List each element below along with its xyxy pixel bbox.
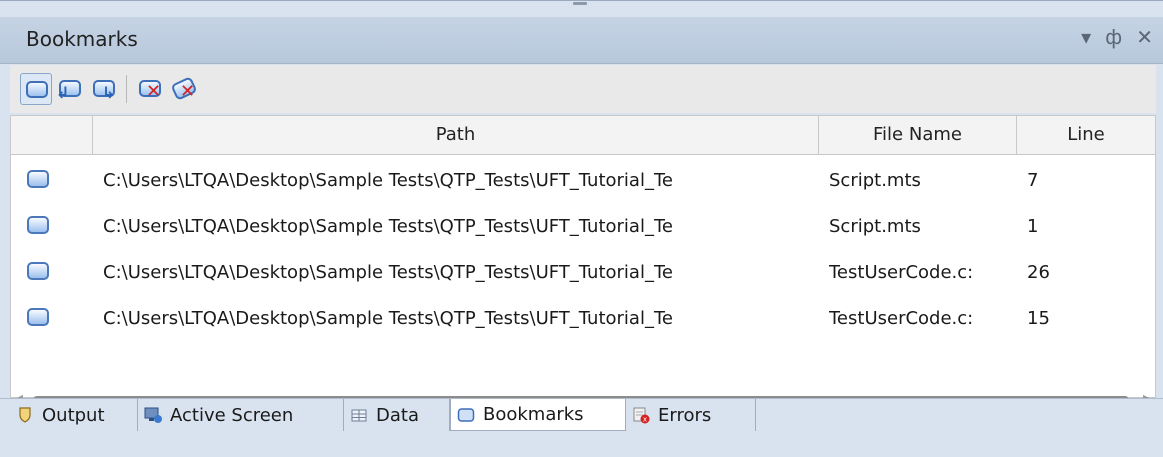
delete-all-bookmarks-button[interactable]: ✕ [168,73,200,105]
bookmarks-pane: Bookmarks ▾ ф ✕ ↲ ↳ ✕ ✕ Path File Name L… [0,0,1163,457]
bookmark-icon [457,406,475,424]
output-icon [16,406,34,424]
next-bookmark-button[interactable]: ↳ [88,73,120,105]
bookmark-icon [27,262,49,280]
pane-title-bar: Bookmarks ▾ ф ✕ [0,17,1163,64]
column-header-icon[interactable] [11,116,93,154]
pin-icon[interactable]: ф [1105,25,1122,49]
bookmark-icon [26,81,48,98]
path-cell: C:\Users\LTQA\Desktop\Sample Tests\QTP_T… [103,216,673,237]
column-header-path[interactable]: Path [93,116,819,154]
column-header-file-name[interactable]: File Name [819,116,1017,154]
table-row[interactable]: C:\Users\LTQA\Desktop\Sample Tests\QTP_T… [11,250,1155,296]
bookmark-icon [27,170,49,188]
file-name-cell: TestUserCode.c: [829,308,974,329]
line-cell: 1 [1027,216,1039,237]
tab-bookmarks[interactable]: Bookmarks [450,399,626,431]
bookmarks-grid: Path File Name Line C:\Users\LTQA\Deskto… [10,115,1156,404]
path-cell: C:\Users\LTQA\Desktop\Sample Tests\QTP_T… [103,262,673,283]
previous-bookmark-button[interactable]: ↲ [54,73,86,105]
table-row[interactable]: C:\Users\LTQA\Desktop\Sample Tests\QTP_T… [11,204,1155,250]
close-icon[interactable]: ✕ [1136,25,1153,49]
bookmark-icon [27,308,49,326]
column-header-line[interactable]: Line [1017,116,1155,154]
line-cell: 7 [1027,170,1039,191]
splitter-grip[interactable] [560,1,600,7]
path-cell: C:\Users\LTQA\Desktop\Sample Tests\QTP_T… [103,170,673,191]
delete-bookmark-button[interactable]: ✕ [134,73,166,105]
file-name-cell: Script.mts [829,216,921,237]
tab-data[interactable]: Data [344,399,450,431]
active-screen-icon [144,406,162,424]
table-row[interactable]: C:\Users\LTQA\Desktop\Sample Tests\QTP_T… [11,296,1155,342]
tab-label: Output [42,404,105,426]
grid-header: Path File Name Line [11,116,1155,155]
tab-label: Errors [658,404,712,426]
data-table-icon [350,406,368,424]
pane-title: Bookmarks [26,27,138,51]
bookmarks-toolbar: ↲ ↳ ✕ ✕ [10,65,1156,113]
tab-label: Data [376,404,419,426]
path-cell: C:\Users\LTQA\Desktop\Sample Tests\QTP_T… [103,308,673,329]
line-cell: 15 [1027,308,1050,329]
tab-label: Bookmarks [483,404,584,425]
table-row[interactable]: C:\Users\LTQA\Desktop\Sample Tests\QTP_T… [11,158,1155,204]
pane-menu-dropdown-icon[interactable]: ▾ [1081,25,1091,49]
errors-icon: x [632,406,650,424]
bookmark-icon [27,216,49,234]
tab-output[interactable]: Output [10,399,138,431]
tab-label: Active Screen [170,404,294,426]
toggle-bookmark-button[interactable] [20,73,52,105]
bottom-tab-strip: Output Active Screen Data Bookmarks x Er… [0,398,1163,457]
tab-errors[interactable]: x Errors [626,399,756,431]
file-name-cell: Script.mts [829,170,921,191]
svg-text:x: x [643,416,647,424]
file-name-cell: TestUserCode.c: [829,262,974,283]
line-cell: 26 [1027,262,1050,283]
tab-active-screen[interactable]: Active Screen [138,399,344,431]
